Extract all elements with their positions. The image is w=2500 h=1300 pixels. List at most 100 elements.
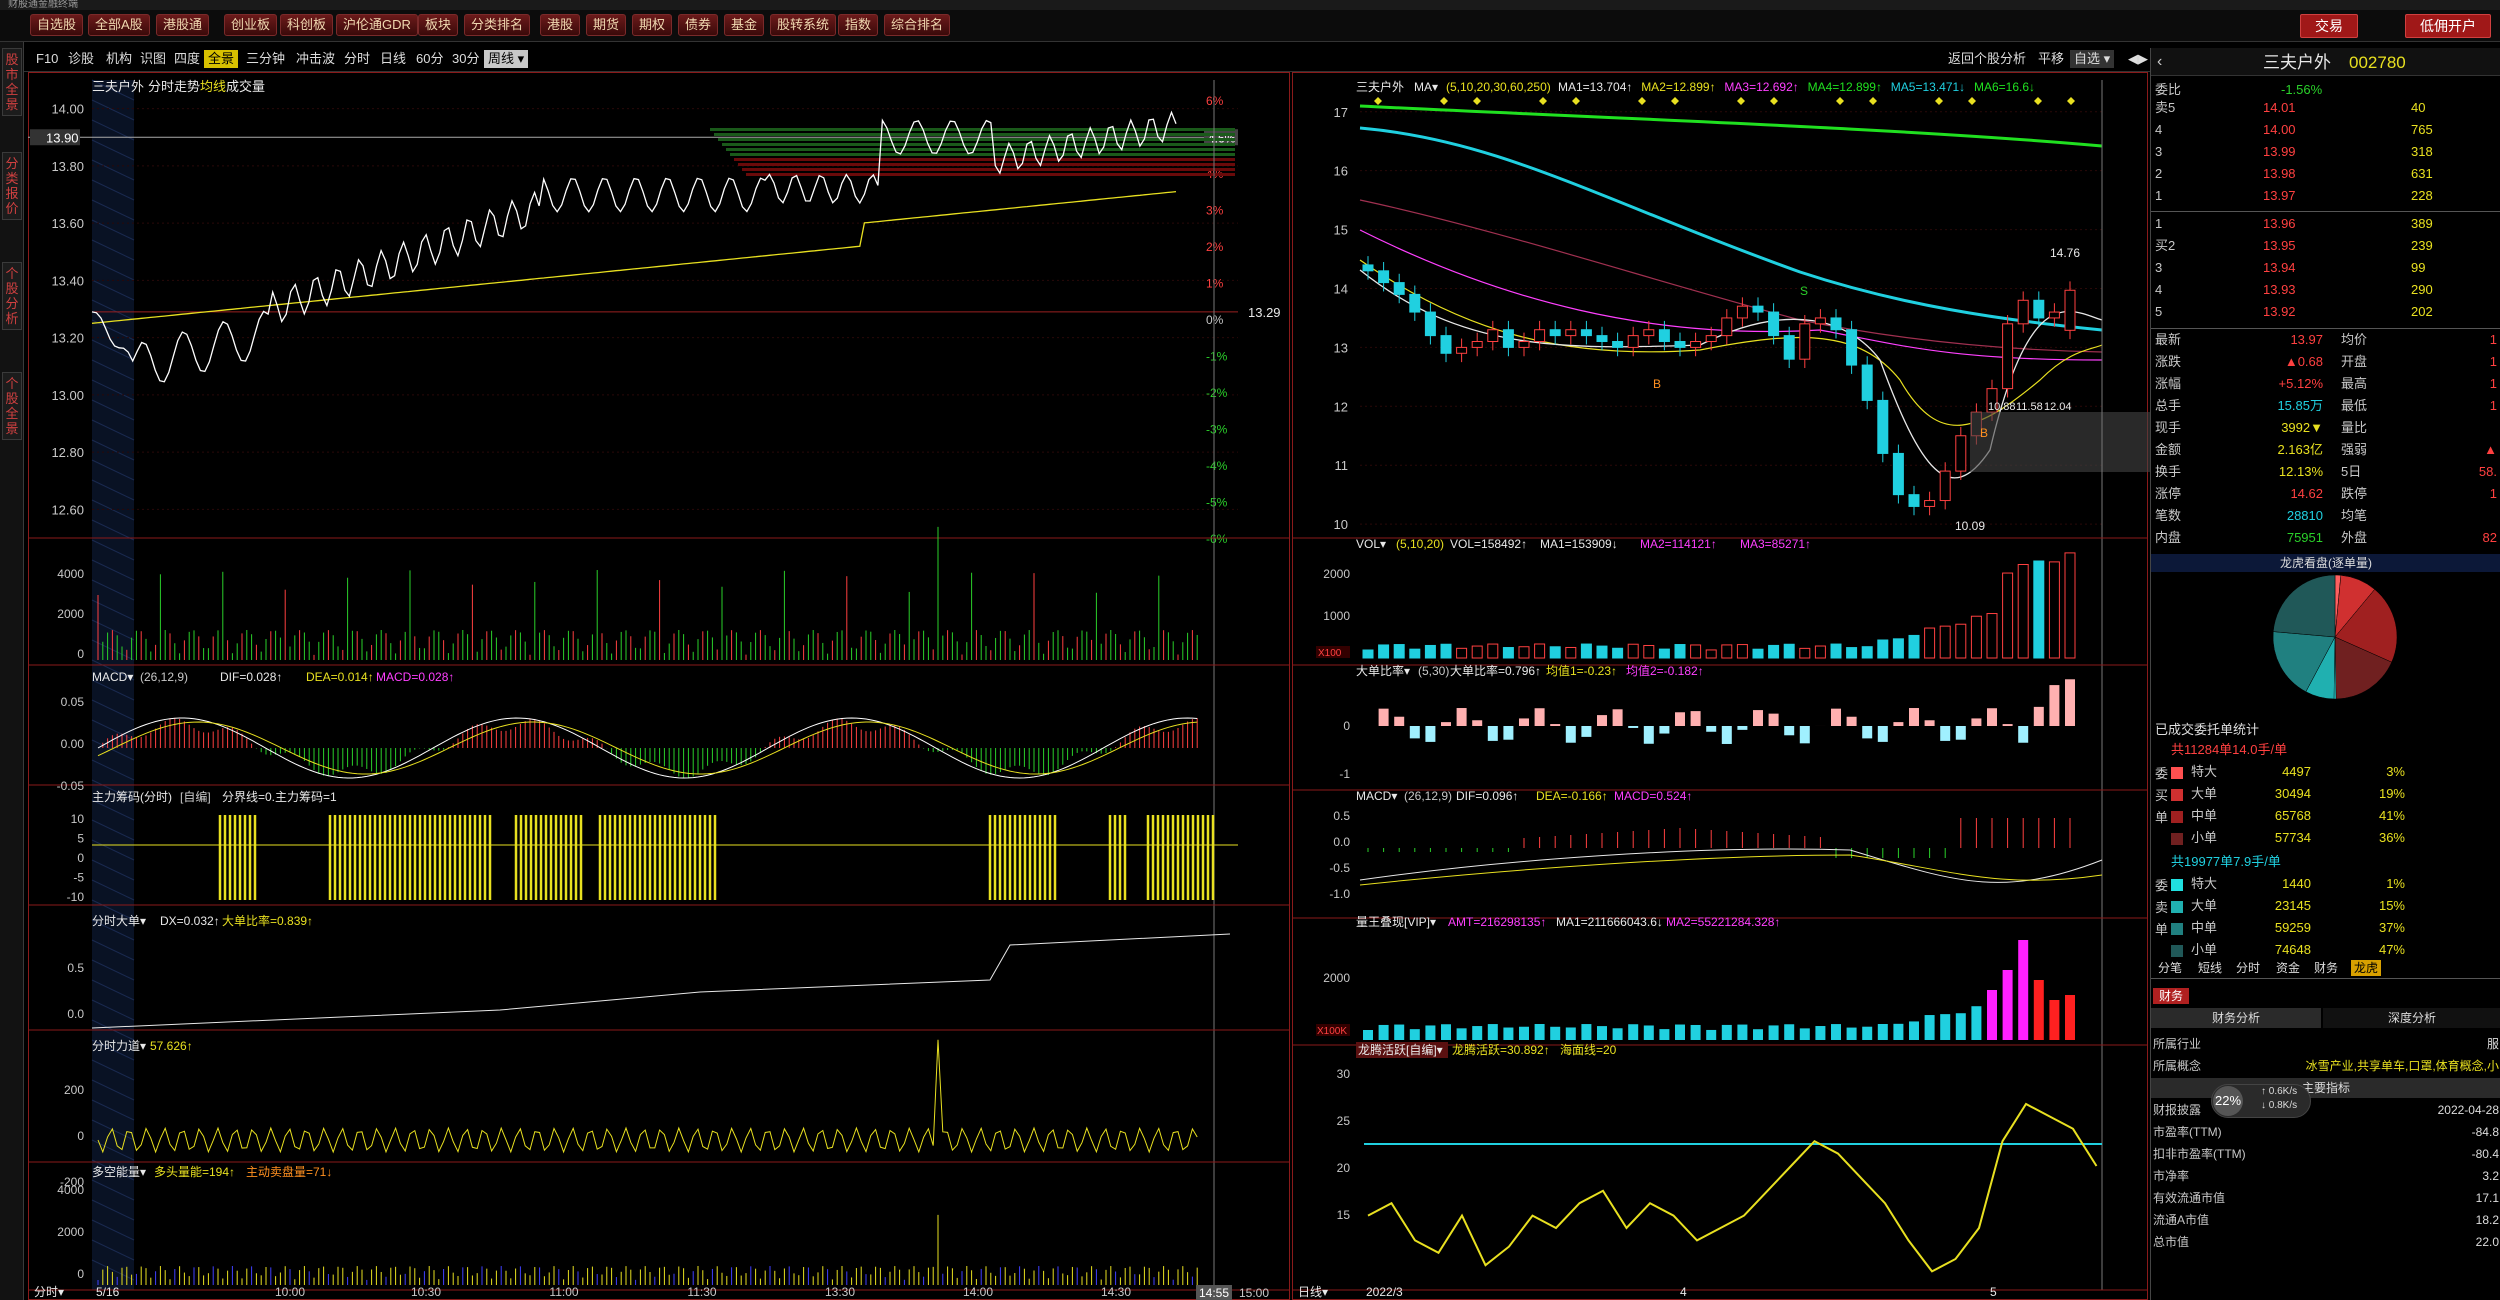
bid-label: 3: [2155, 260, 2163, 275]
signal-diamond: [1836, 97, 1844, 105]
ddbl-name: 大单比率▾: [1356, 663, 1410, 678]
finance-value: 22.0: [2475, 1235, 2499, 1249]
stat-value: +5.12%: [2278, 376, 2323, 391]
ddbl-bar: [1846, 716, 1857, 726]
ddbl-bar: [1987, 708, 1997, 726]
ask-price: 13.98: [2263, 166, 2296, 181]
candle-body: [1534, 329, 1546, 343]
ddbl-bar: [1940, 726, 1951, 741]
candle-body: [1612, 341, 1624, 348]
legend-swatch: [2171, 811, 2183, 823]
stat-label: 均价: [2341, 332, 2368, 347]
daily-price-tick: 17: [1334, 105, 1348, 120]
lw-bar: [1643, 1025, 1654, 1040]
open-account-button[interactable]: 低佣开户: [2405, 14, 2491, 38]
stat-value: 1: [2489, 486, 2497, 501]
finance-label: 财报披露: [2153, 1103, 2202, 1117]
gap-box: [1970, 412, 2150, 472]
finance-label: 所属概念: [2153, 1059, 2202, 1073]
vol-bar: [1409, 648, 1421, 659]
vol-bar: [1378, 644, 1390, 659]
bottom-tab-4[interactable]: 资金: [2273, 960, 2303, 976]
order-pct: 37%: [2378, 920, 2405, 935]
candle-body: [1643, 329, 1655, 337]
bottom-tab-2[interactable]: 短线: [2195, 960, 2225, 976]
ddbl-bar: [1550, 724, 1561, 726]
bid-price: 13.96: [2263, 216, 2296, 231]
legend-swatch: [2171, 879, 2183, 891]
signal-diamond: [1671, 97, 1679, 105]
lw-bar: [1815, 1026, 1826, 1040]
candle-body: [1908, 494, 1920, 507]
bid-volume: 202: [2411, 304, 2433, 319]
ddbl-params: (5,30): [1418, 664, 1449, 678]
ddbl-bar: [1955, 726, 1966, 740]
trade-button[interactable]: 交易: [2300, 14, 2358, 38]
ddbl-bar: [1612, 709, 1623, 726]
stat-label: 内盘: [2155, 530, 2182, 545]
order-count: 65768: [2274, 808, 2311, 823]
vol-bar: [1456, 647, 1468, 659]
bid-volume: 389: [2411, 216, 2433, 231]
vol-bar: [1846, 647, 1858, 659]
stat-value: 1: [2489, 332, 2497, 347]
finance-tab[interactable]: 财务: [2153, 988, 2190, 1004]
stat-value: 58.: [2478, 464, 2497, 479]
vol-params: (5,10,20): [1396, 537, 1444, 551]
lthy-tick: 30: [1337, 1067, 1351, 1081]
lw-bar: [1456, 1028, 1467, 1040]
vol-bar: [2033, 560, 2045, 659]
candle-body: [1362, 264, 1374, 272]
dmacd-tick: -1.0: [1329, 887, 1350, 901]
lw-bar: [1893, 1023, 1904, 1040]
back-arrow-icon[interactable]: ‹: [2157, 54, 2162, 70]
candle-body: [1658, 329, 1670, 343]
ma60-line: [1359, 126, 2103, 332]
stat-label: 外盘: [2341, 530, 2368, 545]
lw-bar: [1441, 1024, 1451, 1040]
daily-price-tick: 11: [1335, 458, 1349, 473]
finance-analysis-tab[interactable]: 财务分析: [2151, 1008, 2321, 1028]
side-label: 委: [2155, 766, 2169, 781]
bottom-tab-6[interactable]: 龙虎: [2351, 960, 2382, 976]
deep-analysis-tab[interactable]: 深度分析: [2323, 1008, 2500, 1028]
lw-bar: [1425, 1025, 1436, 1040]
finance-value: 3.2: [2482, 1169, 2499, 1183]
finance-label: 流通A市值: [2153, 1213, 2210, 1227]
stat-label: 最新: [2155, 332, 2182, 347]
vol-bar: [1830, 643, 1842, 659]
ddbl-bar: [1659, 726, 1670, 734]
vol-bar: [2064, 552, 2076, 659]
lthy-name: 龙腾活跃[自编]▾: [1358, 1042, 1443, 1057]
ddbl-bar: [1519, 718, 1529, 726]
bottom-tab-5[interactable]: 财务: [2311, 960, 2341, 976]
order-size-label: 大单: [2191, 786, 2218, 801]
lw-bar: [1737, 1024, 1748, 1040]
dmacd-dea: DEA=-0.166↑: [1536, 789, 1608, 803]
candle-body: [1939, 470, 1951, 502]
order-size-label: 小单: [2191, 830, 2218, 845]
ma-value: MA6=16.6↓: [1974, 80, 2035, 94]
candle-body: [1736, 305, 1748, 319]
stat-label: 总手: [2155, 398, 2182, 413]
ma-value: MA1=13.704↑: [1558, 80, 1632, 94]
finance-label: 有效流通市值: [2153, 1191, 2226, 1205]
lw-bar: [1675, 1024, 1685, 1040]
lw-ma2: MA2=55221284.328↑: [1666, 915, 1780, 929]
order-count: 57734: [2274, 830, 2311, 845]
ddbl-bar: [1721, 726, 1732, 744]
bottom-tab-1[interactable]: 分笔: [2155, 960, 2185, 976]
lw-bar: [1955, 1013, 1966, 1040]
ask-volume: 40: [2411, 100, 2426, 115]
vol-unit: X100: [1318, 648, 1342, 659]
candle-body: [1456, 346, 1468, 354]
stat-value: ▲: [2484, 442, 2497, 457]
order-size-label: 大单: [2191, 898, 2218, 913]
bottom-tab-3[interactable]: 分时: [2233, 960, 2263, 976]
ddbl-bar: [1784, 726, 1795, 736]
lw-bar: [2002, 970, 2013, 1040]
ddbl-bar: [1597, 715, 1607, 726]
signal-diamond: [1770, 97, 1778, 105]
bid-price: 13.95: [2263, 238, 2296, 253]
pie-slice: [2272, 574, 2336, 638]
